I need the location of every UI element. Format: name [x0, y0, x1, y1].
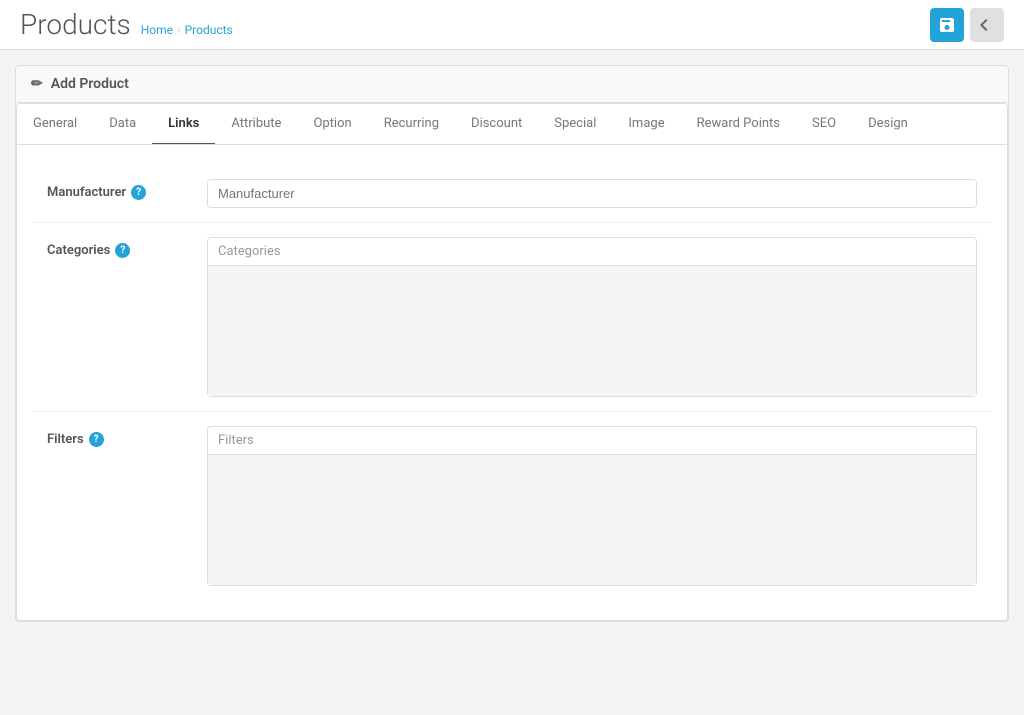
- filters-help-icon[interactable]: ?: [89, 432, 104, 447]
- categories-help-icon[interactable]: ?: [115, 243, 130, 258]
- tab-seo[interactable]: SEO: [796, 104, 852, 145]
- breadcrumb-current[interactable]: Products: [185, 23, 233, 37]
- tab-special[interactable]: Special: [538, 104, 612, 145]
- categories-topbar: Categories: [208, 238, 976, 266]
- filters-field: Filters: [207, 426, 977, 586]
- breadcrumb-separator: ›: [177, 23, 181, 37]
- main-content: ✏ Add Product GeneralDataLinksAttributeO…: [0, 50, 1024, 652]
- tab-general[interactable]: General: [17, 104, 93, 145]
- tab-data[interactable]: Data: [93, 104, 152, 145]
- filters-area[interactable]: [208, 455, 976, 585]
- breadcrumb: Home › Products: [141, 23, 233, 37]
- tab-design[interactable]: Design: [852, 104, 924, 145]
- tab-option[interactable]: Option: [297, 104, 367, 145]
- page-header: Products Home › Products: [0, 0, 1024, 50]
- tabs-nav: GeneralDataLinksAttributeOptionRecurring…: [17, 104, 1007, 145]
- categories-row: Categories ? Categories: [32, 223, 992, 412]
- categories-label: Categories ?: [47, 237, 207, 258]
- manufacturer-help-icon[interactable]: ?: [131, 185, 146, 200]
- manufacturer-input[interactable]: [207, 179, 977, 208]
- categories-field: Categories: [207, 237, 977, 397]
- tab-content-links: Manufacturer ? Categories ? Ca: [17, 145, 1007, 620]
- tab-links[interactable]: Links: [152, 104, 215, 145]
- header-left: Products Home › Products: [20, 8, 233, 41]
- filters-topbar: Filters: [208, 427, 976, 455]
- breadcrumb-home[interactable]: Home: [141, 23, 173, 37]
- back-icon: [979, 17, 995, 33]
- manufacturer-row: Manufacturer ?: [32, 165, 992, 223]
- categories-multibox: Categories: [207, 237, 977, 397]
- back-button[interactable]: [970, 8, 1004, 42]
- manufacturer-label: Manufacturer ?: [47, 179, 207, 200]
- filters-row: Filters ? Filters: [32, 412, 992, 600]
- save-button[interactable]: [930, 8, 964, 42]
- tab-reward-points[interactable]: Reward Points: [681, 104, 796, 145]
- card-title: Add Product: [51, 76, 129, 92]
- tab-recurring[interactable]: Recurring: [368, 104, 455, 145]
- categories-area[interactable]: [208, 266, 976, 396]
- manufacturer-field: [207, 179, 977, 208]
- filters-label: Filters ?: [47, 426, 207, 447]
- tab-attribute[interactable]: Attribute: [215, 104, 297, 145]
- add-product-card: ✏ Add Product GeneralDataLinksAttributeO…: [15, 65, 1009, 622]
- filters-multibox: Filters: [207, 426, 977, 586]
- page-title: Products: [20, 8, 131, 41]
- card-header: ✏ Add Product: [16, 66, 1008, 103]
- tab-image[interactable]: Image: [612, 104, 680, 145]
- tab-discount[interactable]: Discount: [455, 104, 538, 145]
- save-icon: [939, 17, 955, 33]
- tabs-container: GeneralDataLinksAttributeOptionRecurring…: [16, 103, 1008, 621]
- pencil-icon: ✏: [31, 76, 43, 92]
- header-actions: [930, 8, 1004, 42]
